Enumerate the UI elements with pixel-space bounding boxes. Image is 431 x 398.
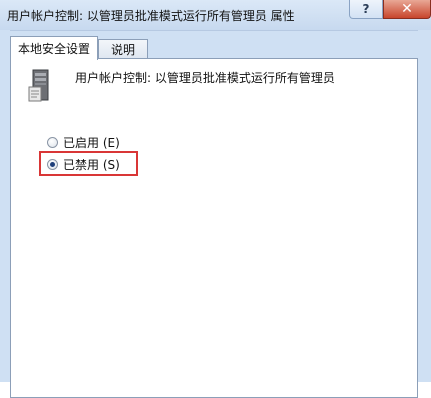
radio-enabled-label[interactable]: 已启用 (E) — [63, 134, 120, 151]
radio-disabled[interactable]: 已禁用 (S) — [47, 156, 120, 173]
properties-dialog: 用户帐户控制: 以管理员批准模式运行所有管理员 属性 ? ✕ 本地安全设置 说明… — [0, 0, 431, 398]
tab-explain[interactable]: 说明 — [98, 39, 148, 58]
title-bar[interactable]: 用户帐户控制: 以管理员批准模式运行所有管理员 属性 ? ✕ — [0, 0, 431, 31]
radio-enabled[interactable]: 已启用 (E) — [47, 134, 120, 151]
tab-panel: 用户帐户控制: 以管理员批准模式运行所有管理员 已启用 (E) 已禁用 (S) — [10, 58, 418, 398]
policy-title: 用户帐户控制: 以管理员批准模式运行所有管理员 — [75, 71, 335, 85]
radio-disabled-label[interactable]: 已禁用 (S) — [63, 156, 120, 173]
server-policy-icon — [28, 69, 49, 102]
radio-enabled-circle[interactable] — [47, 137, 58, 148]
radio-disabled-circle[interactable] — [47, 159, 58, 170]
close-button[interactable]: ✕ — [383, 0, 431, 19]
tab-local-security-setting[interactable]: 本地安全设置 — [10, 36, 98, 60]
window-title: 用户帐户控制: 以管理员批准模式运行所有管理员 属性 — [7, 9, 295, 23]
window-frame-left — [0, 30, 10, 382]
window-controls: ? ✕ — [349, 0, 431, 20]
help-button[interactable]: ? — [349, 0, 383, 19]
window-frame-right — [418, 30, 431, 382]
